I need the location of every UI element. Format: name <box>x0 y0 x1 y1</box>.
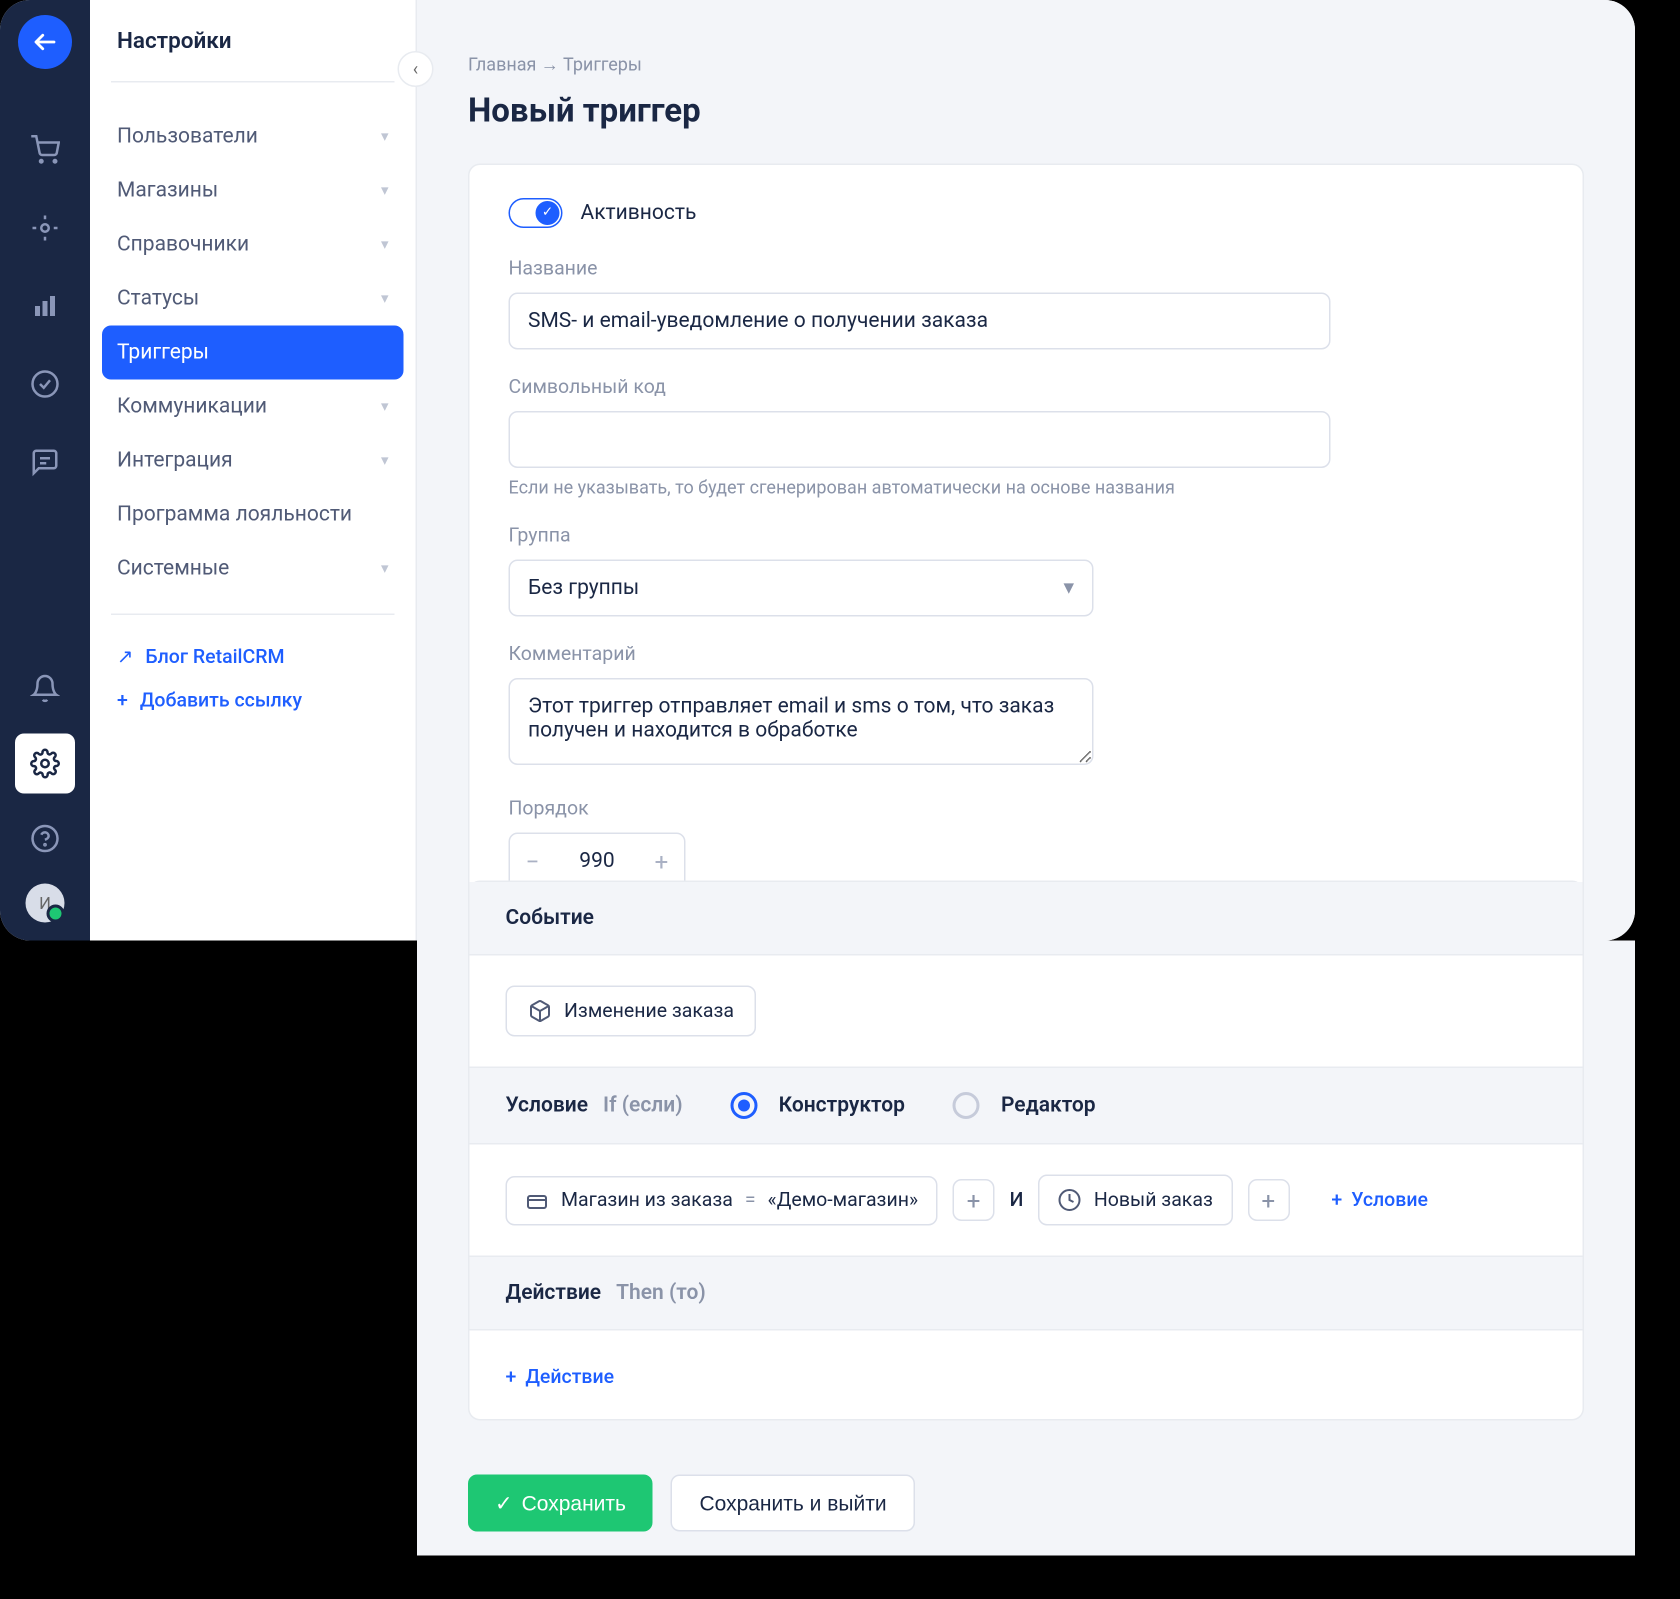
sidebar-item-loyalty[interactable]: Программа лояльности <box>90 488 416 542</box>
chevron-down-icon: ▾ <box>381 560 389 577</box>
constructor-radio[interactable] <box>731 1092 758 1119</box>
group-select[interactable]: Без группы ▾ <box>509 560 1094 617</box>
check-icon: ✓ <box>495 1490 513 1516</box>
event-section-header: Событие <box>470 882 1583 956</box>
action-section-header: Действие Then (то) <box>470 1257 1583 1331</box>
main-content-extended: Событие Изменение заказа Условие If (есл… <box>417 941 1635 1556</box>
sidebar-item-communications[interactable]: Коммуникации▾ <box>90 380 416 434</box>
bell-icon[interactable] <box>24 668 66 710</box>
code-label: Символьный код <box>509 377 1544 400</box>
condition-section-header: Условие If (если) Конструктор Редактор <box>470 1068 1583 1145</box>
chart-icon[interactable] <box>24 285 66 327</box>
plus-icon: + <box>1331 1189 1342 1212</box>
sidebar: ‹ Настройки Пользователи▾ Магазины▾ Спра… <box>90 0 417 941</box>
plus-icon: + <box>117 690 128 713</box>
condition-chip-store[interactable]: Магазин из заказа = «Демо-магазин» <box>506 1175 938 1225</box>
add-condition-inline-2[interactable]: + <box>1247 1179 1289 1221</box>
settings-icon[interactable] <box>15 734 75 794</box>
chat-icon[interactable] <box>24 441 66 483</box>
add-action-button[interactable]: +Действие <box>506 1367 615 1390</box>
sidebar-item-users[interactable]: Пользователи▾ <box>90 110 416 164</box>
breadcrumb: Главная → Триггеры <box>468 54 1584 75</box>
store-icon <box>525 1190 549 1211</box>
check-circle-icon[interactable] <box>24 363 66 405</box>
code-hint: Если не указывать, то будет сгенерирован… <box>509 477 1544 498</box>
sidebar-item-references[interactable]: Справочники▾ <box>90 218 416 272</box>
logic-card: Событие Изменение заказа Условие If (есл… <box>468 881 1584 1421</box>
chevron-down-icon: ▾ <box>381 128 389 145</box>
order-label: Порядок <box>509 798 1544 821</box>
group-label: Группа <box>509 525 1544 548</box>
save-button[interactable]: ✓Сохранить <box>468 1475 653 1532</box>
collapse-sidebar-button[interactable]: ‹ <box>398 51 434 87</box>
chevron-down-icon: ▾ <box>381 452 389 469</box>
main-settings-card: ✓ Активность Название Символьный код Есл… <box>468 164 1584 925</box>
sidebar-title: Настройки <box>111 27 395 83</box>
order-value[interactable]: 990 <box>555 849 639 873</box>
save-exit-button[interactable]: Сохранить и выйти <box>671 1475 915 1532</box>
page-title: Новый триггер <box>468 93 1584 131</box>
box-icon <box>528 999 552 1023</box>
code-input[interactable] <box>509 411 1331 468</box>
add-condition-button[interactable]: +Условие <box>1331 1189 1428 1212</box>
chevron-down-icon: ▾ <box>381 236 389 253</box>
chevron-down-icon: ▾ <box>381 290 389 307</box>
clock-icon <box>1058 1188 1082 1212</box>
editor-radio[interactable] <box>953 1092 980 1119</box>
comment-label: Комментарий <box>509 644 1544 667</box>
sidebar-item-system[interactable]: Системные▾ <box>90 542 416 596</box>
sidebar-item-statuses[interactable]: Статусы▾ <box>90 272 416 326</box>
chevron-down-icon: ▾ <box>381 398 389 415</box>
footer-actions: ✓Сохранить Сохранить и выйти <box>417 1451 1635 1556</box>
avatar[interactable]: И <box>26 884 65 923</box>
icon-rail: И <box>0 0 90 941</box>
activity-label: Активность <box>581 201 697 225</box>
main-content: Главная → Триггеры Новый триггер ✓ Актив… <box>417 0 1635 941</box>
external-link-icon: ↗ <box>117 647 133 670</box>
condition-chip-new-order[interactable]: Новый заказ <box>1038 1175 1232 1226</box>
breadcrumb-home[interactable]: Главная <box>468 54 536 75</box>
sidebar-item-integration[interactable]: Интеграция▾ <box>90 434 416 488</box>
sidebar-item-triggers[interactable]: Триггеры <box>102 326 404 380</box>
blog-link[interactable]: ↗Блог RetailCRM <box>111 636 395 680</box>
logo-icon[interactable] <box>18 15 72 69</box>
add-link-button[interactable]: +Добавить ссылку <box>111 680 395 724</box>
name-label: Название <box>509 258 1544 281</box>
add-condition-inline-1[interactable]: + <box>953 1179 995 1221</box>
sidebar-item-stores[interactable]: Магазины▾ <box>90 164 416 218</box>
chevron-down-icon: ▾ <box>381 182 389 199</box>
plus-icon: + <box>506 1367 517 1390</box>
comment-textarea[interactable]: Этот триггер отправляет email и sms о то… <box>509 678 1094 765</box>
cart-icon[interactable] <box>24 129 66 171</box>
help-icon[interactable] <box>24 818 66 860</box>
event-chip[interactable]: Изменение заказа <box>506 986 757 1037</box>
breadcrumb-current: Триггеры <box>563 54 642 75</box>
target-icon[interactable] <box>24 207 66 249</box>
check-icon: ✓ <box>536 201 560 225</box>
chevron-down-icon: ▾ <box>1063 576 1074 600</box>
activity-toggle[interactable]: ✓ <box>509 198 563 228</box>
name-input[interactable] <box>509 293 1331 350</box>
